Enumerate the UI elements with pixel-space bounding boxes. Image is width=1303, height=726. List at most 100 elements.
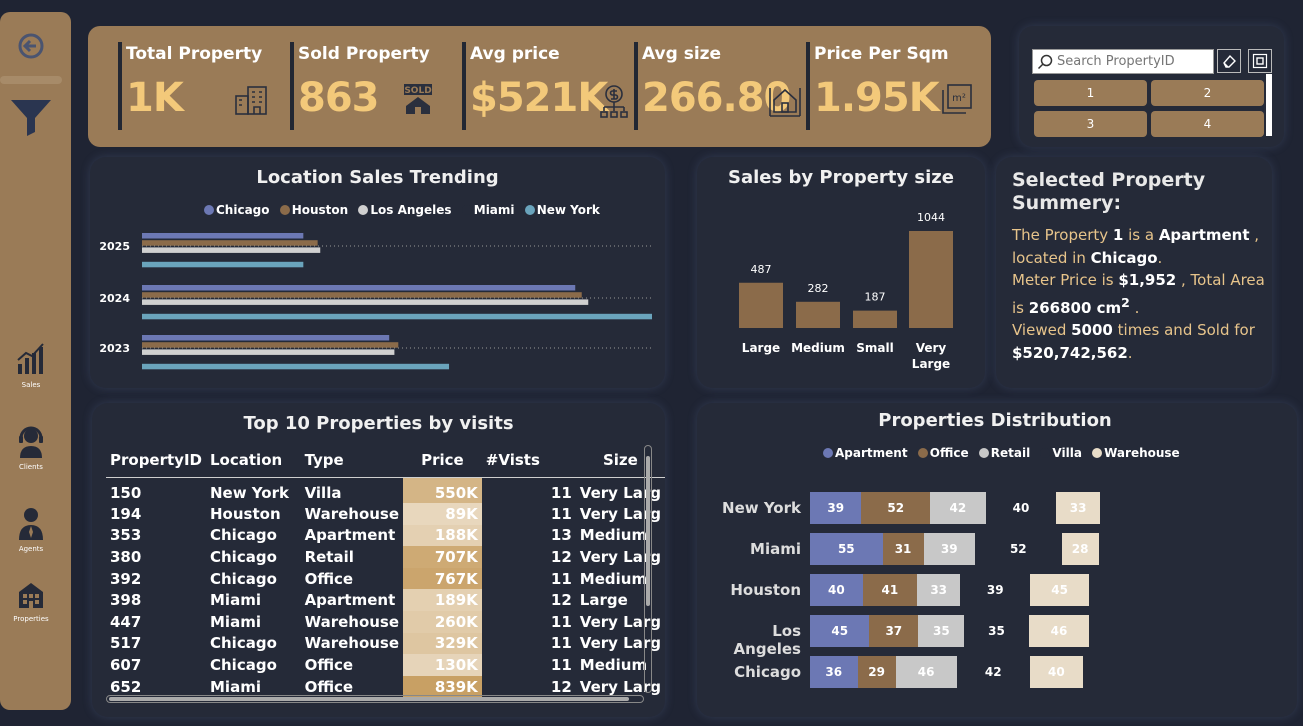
bar-los-angeles-2024[interactable]	[142, 299, 589, 305]
table-row[interactable]: 150 New York Villa 550K 11 Very Larg	[106, 477, 665, 503]
bar-houston-2024[interactable]	[142, 292, 582, 298]
segment-warehouse-miami[interactable]: 28	[1061, 533, 1099, 565]
table-row[interactable]: 607 Chicago Office 130K 11 Medium	[106, 654, 665, 676]
sidebar-item-properties[interactable]: Properties	[0, 580, 62, 623]
distribution-chart-card: Properties Distribution Apartment Office…	[697, 403, 1297, 717]
summary-title: Selected Property Summery:	[1012, 169, 1205, 215]
square-meter-icon: m²	[942, 84, 972, 114]
cell-type: Apartment	[304, 526, 396, 545]
sidebar-item-agents[interactable]: Agents	[0, 506, 62, 553]
size-sales-plot: 487 Large 282 Medium 187 Small 1044 Very Large	[739, 211, 953, 371]
kpi-value: $521K	[470, 75, 608, 121]
table-row[interactable]: 194 Houston Warehouse 89K 11 Very Larg	[106, 503, 665, 525]
bar-los-angeles-2025[interactable]	[142, 247, 321, 253]
summary-text: located in	[1012, 248, 1091, 267]
table-scrollbar-vertical[interactable]	[644, 445, 652, 693]
bar-chicago-2023[interactable]	[142, 335, 390, 341]
bar-houston-2025[interactable]	[142, 240, 318, 246]
svg-text:SOLD: SOLD	[404, 86, 431, 96]
segment-warehouse-new-york[interactable]: 33	[1056, 492, 1100, 524]
table-row[interactable]: 447 Miami Warehouse 260K 11 Very Larg	[106, 610, 665, 633]
segment-office-chicago[interactable]: 29	[857, 656, 896, 688]
slicer-tile[interactable]: 1	[1034, 80, 1147, 106]
table-row[interactable]: 517 Chicago Warehouse 329K 11 Very Larg	[106, 632, 665, 655]
cell-location: Chicago	[210, 526, 277, 545]
segment-retail-miami[interactable]: 39	[923, 533, 975, 565]
column-header-type[interactable]: Type	[300, 443, 404, 478]
segment-villa-new-york[interactable]: 40	[985, 492, 1057, 524]
cell-visits: 12	[550, 591, 572, 610]
segment-warehouse-los-angeles[interactable]: 46	[1028, 615, 1090, 647]
select-all-button[interactable]	[1248, 49, 1272, 73]
clear-selection-button[interactable]	[1217, 49, 1241, 73]
table-row[interactable]: 392 Chicago Office 767K 11 Medium	[106, 567, 665, 590]
cell-price: 707K	[403, 546, 482, 568]
segment-apartment-chicago[interactable]: 36	[810, 656, 858, 688]
segment-office-new-york[interactable]: 52	[861, 492, 931, 524]
sidebar-item-clients[interactable]: Clients	[0, 424, 62, 471]
search-box[interactable]	[1032, 49, 1214, 74]
segment-office-houston[interactable]: 41	[862, 574, 917, 606]
cell-property-id: 517	[110, 634, 142, 653]
summary-views: 5000	[1071, 321, 1113, 339]
summary-area: 266800 cm	[1028, 298, 1122, 317]
back-button[interactable]	[0, 32, 62, 64]
column-header-propertyid[interactable]: PropertyID	[106, 443, 206, 478]
segment-retail-chicago[interactable]: 46	[895, 656, 957, 688]
column-header-location[interactable]: Location	[206, 443, 301, 478]
table-row[interactable]: 380 Chicago Retail 707K 12 Very Larg	[106, 546, 665, 568]
search-input[interactable]	[1057, 54, 1207, 69]
segment-villa-los-angeles[interactable]: 35	[964, 615, 1029, 647]
slicer-tile[interactable]: 2	[1151, 80, 1264, 106]
bar-chicago-2024[interactable]	[142, 285, 576, 291]
bar-medium[interactable]	[796, 301, 840, 328]
bar-new-york-2023[interactable]	[142, 363, 450, 370]
slicer-tile[interactable]: 4	[1151, 111, 1264, 137]
cell-price: 329K	[403, 632, 482, 655]
segment-apartment-los-angeles[interactable]: 45	[810, 615, 870, 647]
scrollbar-thumb[interactable]	[646, 456, 650, 606]
segment-villa-houston[interactable]: 39	[960, 574, 1030, 606]
eraser-icon	[1223, 54, 1236, 68]
bar-los-angeles-2023[interactable]	[142, 349, 395, 355]
segment-villa-chicago[interactable]: 42	[956, 656, 1030, 688]
segment-apartment-miami[interactable]: 55	[810, 533, 883, 565]
bar-large[interactable]	[739, 282, 783, 328]
x-tick-label: Small	[856, 341, 893, 355]
bar-new-york-2025[interactable]	[142, 261, 304, 268]
segment-retail-houston[interactable]: 33	[916, 574, 961, 606]
table-row[interactable]: 398 Miami Apartment 189K 12 Large	[106, 589, 665, 611]
bar-houston-2023[interactable]	[142, 342, 399, 348]
location-sales-plot: 2025 2024 2023	[99, 233, 652, 370]
table-title: Top 10 Properties by visits	[243, 413, 514, 434]
segment-office-miami[interactable]: 31	[882, 533, 924, 565]
segment-warehouse-houston[interactable]: 45	[1029, 574, 1090, 606]
data-label: 282	[808, 282, 829, 295]
summary-text: ,	[1249, 226, 1260, 244]
property-summary-card: Selected Property Summery: The Property …	[996, 157, 1272, 388]
segment-retail-los-angeles[interactable]: 35	[918, 615, 965, 647]
kpi-title: Price Per Sqm	[814, 44, 949, 64]
segment-office-los-angeles[interactable]: 37	[869, 615, 919, 647]
table-scrollbar-horizontal[interactable]	[106, 695, 644, 703]
x-tick-label: Large	[742, 341, 780, 355]
segment-villa-miami[interactable]: 52	[975, 533, 1062, 565]
column-header-visits[interactable]: #Vists	[481, 443, 576, 478]
bar-chicago-2025[interactable]	[142, 233, 304, 239]
filter-button[interactable]	[0, 98, 62, 142]
segment-apartment-new-york[interactable]: 39	[810, 492, 862, 524]
bar-new-york-2024[interactable]	[142, 313, 652, 320]
segment-warehouse-chicago[interactable]: 40	[1029, 656, 1083, 688]
sidebar-item-sales[interactable]: Sales	[0, 342, 62, 389]
column-header-price[interactable]: Price	[403, 443, 482, 478]
bar-small[interactable]	[853, 310, 897, 328]
cell-location: New York	[210, 484, 289, 503]
slicer-tile[interactable]: 3	[1034, 111, 1147, 137]
scrollbar-thumb[interactable]	[109, 697, 629, 701]
cell-price: 188K	[403, 524, 482, 547]
slicer-scrollbar[interactable]	[1266, 74, 1272, 136]
segment-retail-new-york[interactable]: 42	[930, 492, 986, 524]
table-row[interactable]: 353 Chicago Apartment 188K 13 Medium	[106, 524, 665, 547]
segment-apartment-houston[interactable]: 40	[810, 574, 863, 606]
bar-very-large[interactable]	[909, 231, 953, 328]
